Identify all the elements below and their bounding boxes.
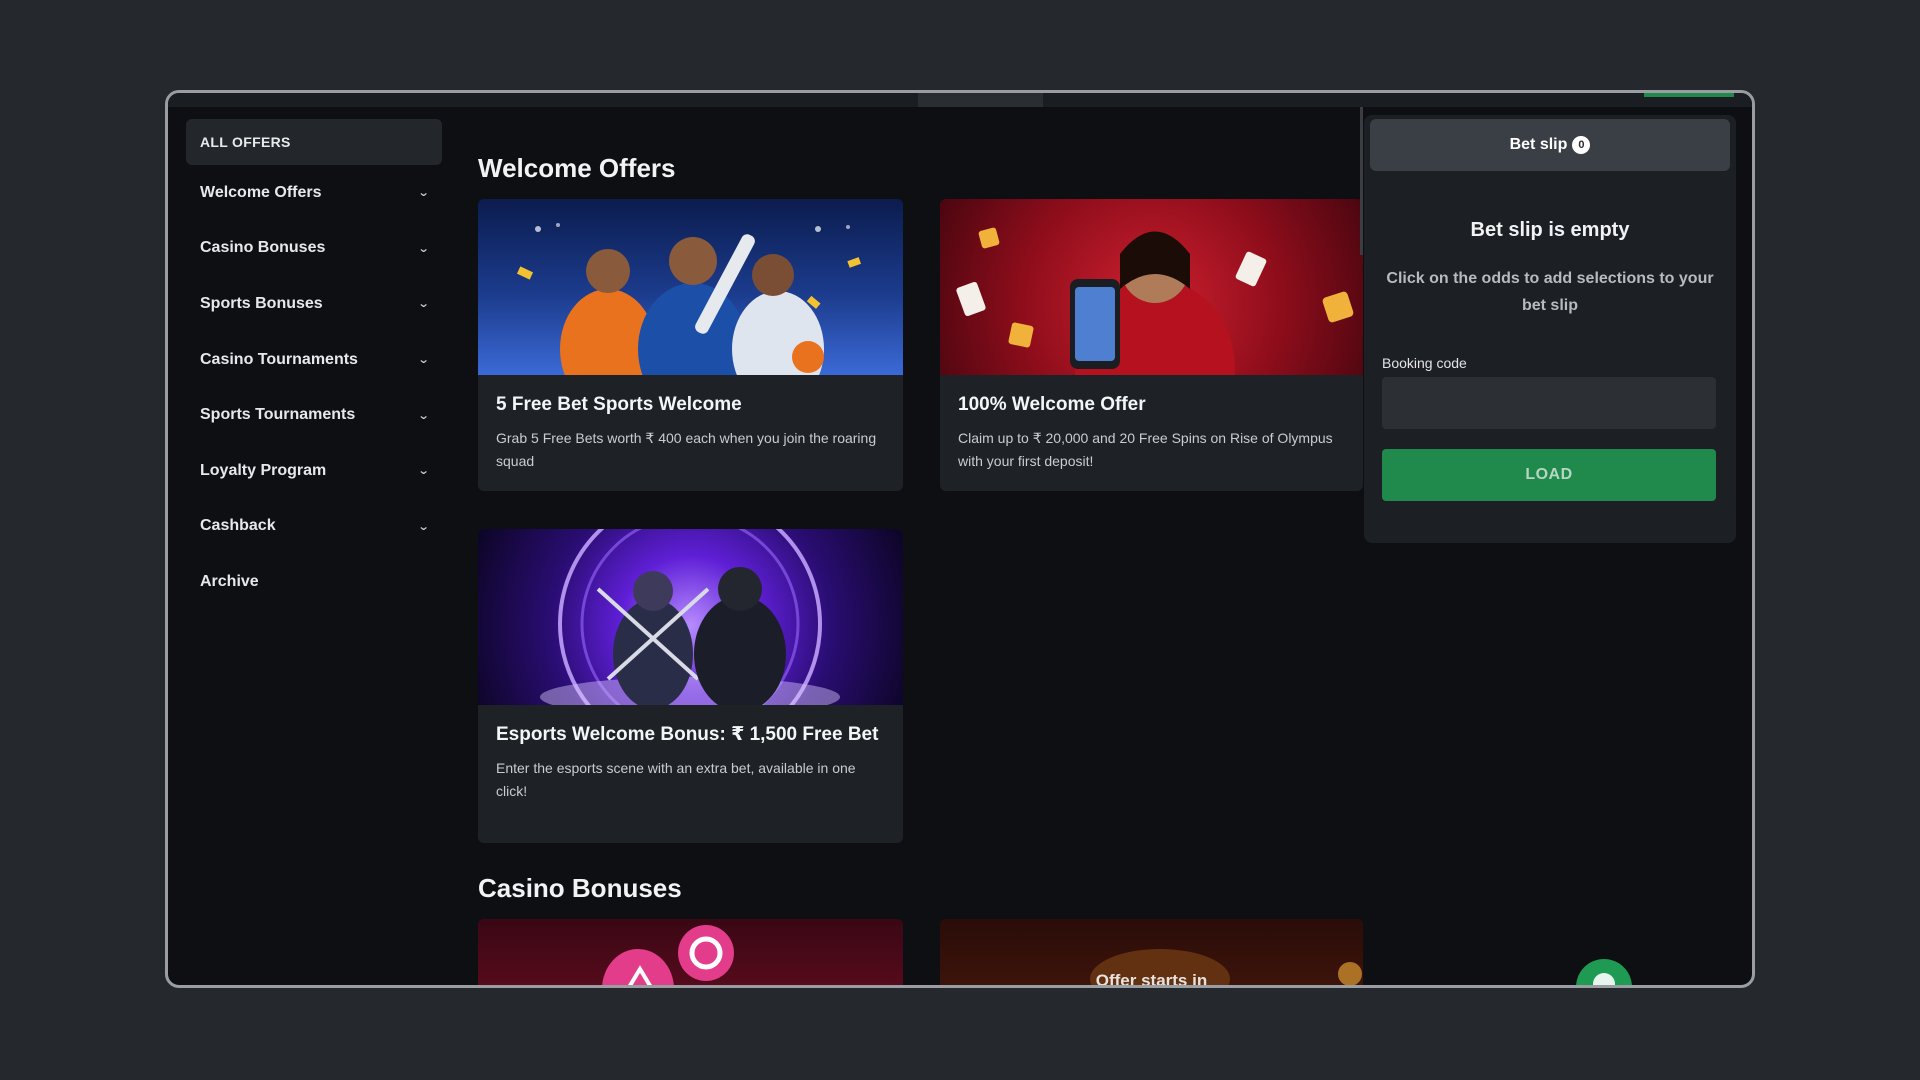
sidebar-item-sports-bonuses[interactable]: Sports Bonuses ⌄ xyxy=(186,276,442,332)
offer-card-casino-1[interactable] xyxy=(478,919,903,985)
offer-image-gold: Offer starts in xyxy=(940,919,1363,988)
chevron-down-icon: ⌄ xyxy=(417,354,430,367)
top-strip-accent xyxy=(1644,93,1734,97)
sidebar-item-label: Welcome Offers xyxy=(200,183,322,201)
offers-sidebar: ALL OFFERS Welcome Offers ⌄ Casino Bonus… xyxy=(186,119,442,610)
app-window: ALL OFFERS Welcome Offers ⌄ Casino Bonus… xyxy=(165,90,1755,988)
offer-starts-label: Offer starts in xyxy=(1095,971,1208,988)
chevron-down-icon: ⌄ xyxy=(417,187,430,200)
offers-main: Welcome Offers 5 Free Bet Sports Welcome… xyxy=(478,119,1363,985)
offer-image-esports xyxy=(478,529,903,705)
sidebar-item-label: Cashback xyxy=(200,517,276,535)
chevron-down-icon: ⌄ xyxy=(417,465,430,478)
sidebar-item-archive[interactable]: Archive xyxy=(186,554,442,610)
scroll-divider xyxy=(1360,107,1363,255)
sidebar-item-casino-tournaments[interactable]: Casino Tournaments ⌄ xyxy=(186,332,442,388)
bet-slip-tab[interactable]: Bet slip 0 xyxy=(1370,119,1730,171)
offer-card-casino-2[interactable]: Offer starts in xyxy=(940,919,1363,988)
offer-description: Claim up to ₹ 20,000 and 20 Free Spins o… xyxy=(958,429,1333,469)
offer-title: 100% Welcome Offer xyxy=(958,394,1146,415)
chat-button[interactable] xyxy=(1576,959,1632,985)
sidebar-item-label: Sports Tournaments xyxy=(200,406,356,424)
sidebar-item-cashback[interactable]: Cashback ⌄ xyxy=(186,499,442,555)
chevron-down-icon: ⌄ xyxy=(417,409,430,422)
bet-slip-empty-title: Bet slip is empty xyxy=(1470,219,1630,241)
sidebar-item-label: Sports Bonuses xyxy=(200,294,323,312)
sidebar-item-sports-tournaments[interactable]: Sports Tournaments ⌄ xyxy=(186,387,442,443)
chevron-down-icon: ⌄ xyxy=(417,242,430,255)
load-button[interactable]: LOAD xyxy=(1382,449,1716,501)
sidebar-item-loyalty-program[interactable]: Loyalty Program ⌄ xyxy=(186,443,442,499)
top-strip xyxy=(168,93,1752,107)
offer-card-esports-welcome[interactable]: Esports Welcome Bonus: ₹ 1,500 Free Bet … xyxy=(478,529,903,843)
bet-slip-panel: Bet slip 0 Bet slip is empty Click on th… xyxy=(1364,115,1736,543)
sidebar-item-label: Casino Bonuses xyxy=(200,239,326,257)
sidebar-item-label: Archive xyxy=(200,572,259,590)
offer-description: Enter the esports scene with an extra be… xyxy=(496,759,856,799)
sidebar-item-all-offers[interactable]: ALL OFFERS xyxy=(186,119,442,165)
section-title-welcome: Welcome Offers xyxy=(478,153,676,183)
stadium-illustration xyxy=(516,223,862,375)
sidebar-item-label: Loyalty Program xyxy=(200,461,327,479)
top-strip-segment xyxy=(918,93,1043,107)
offer-description: Grab 5 Free Bets worth ₹ 400 each when y… xyxy=(496,429,877,469)
bet-slip-count-badge: 0 xyxy=(1572,136,1591,154)
chevron-down-icon: ⌄ xyxy=(417,298,430,311)
offer-image-casino xyxy=(940,199,1363,375)
sidebar-item-label: Casino Tournaments xyxy=(200,350,358,368)
squid-illustration xyxy=(602,925,734,985)
booking-code-input[interactable] xyxy=(1382,377,1716,429)
booking-code-label: Booking code xyxy=(1382,355,1467,371)
offer-title: 5 Free Bet Sports Welcome xyxy=(496,394,742,415)
esports-illustration xyxy=(540,529,840,705)
casino-illustration xyxy=(956,227,1354,375)
offer-image-squid xyxy=(478,919,903,985)
bet-slip-empty-description: Click on the odds to add selections to y… xyxy=(1386,270,1714,315)
sidebar-item-welcome-offers[interactable]: Welcome Offers ⌄ xyxy=(186,165,442,221)
offer-title: Esports Welcome Bonus: ₹ 1,500 Free Bet xyxy=(496,724,879,745)
chevron-down-icon: ⌄ xyxy=(417,520,430,533)
bet-slip-tab-label: Bet slip xyxy=(1509,136,1568,153)
offer-card-sports-welcome[interactable]: 5 Free Bet Sports Welcome Grab 5 Free Be… xyxy=(478,199,903,491)
offer-image-sports xyxy=(478,199,903,375)
chat-icon xyxy=(1593,973,1615,985)
sidebar-item-casino-bonuses[interactable]: Casino Bonuses ⌄ xyxy=(186,221,442,277)
offer-card-welcome-100[interactable]: 100% Welcome Offer Claim up to ₹ 20,000 … xyxy=(940,199,1363,491)
section-title-casino: Casino Bonuses xyxy=(478,873,682,903)
